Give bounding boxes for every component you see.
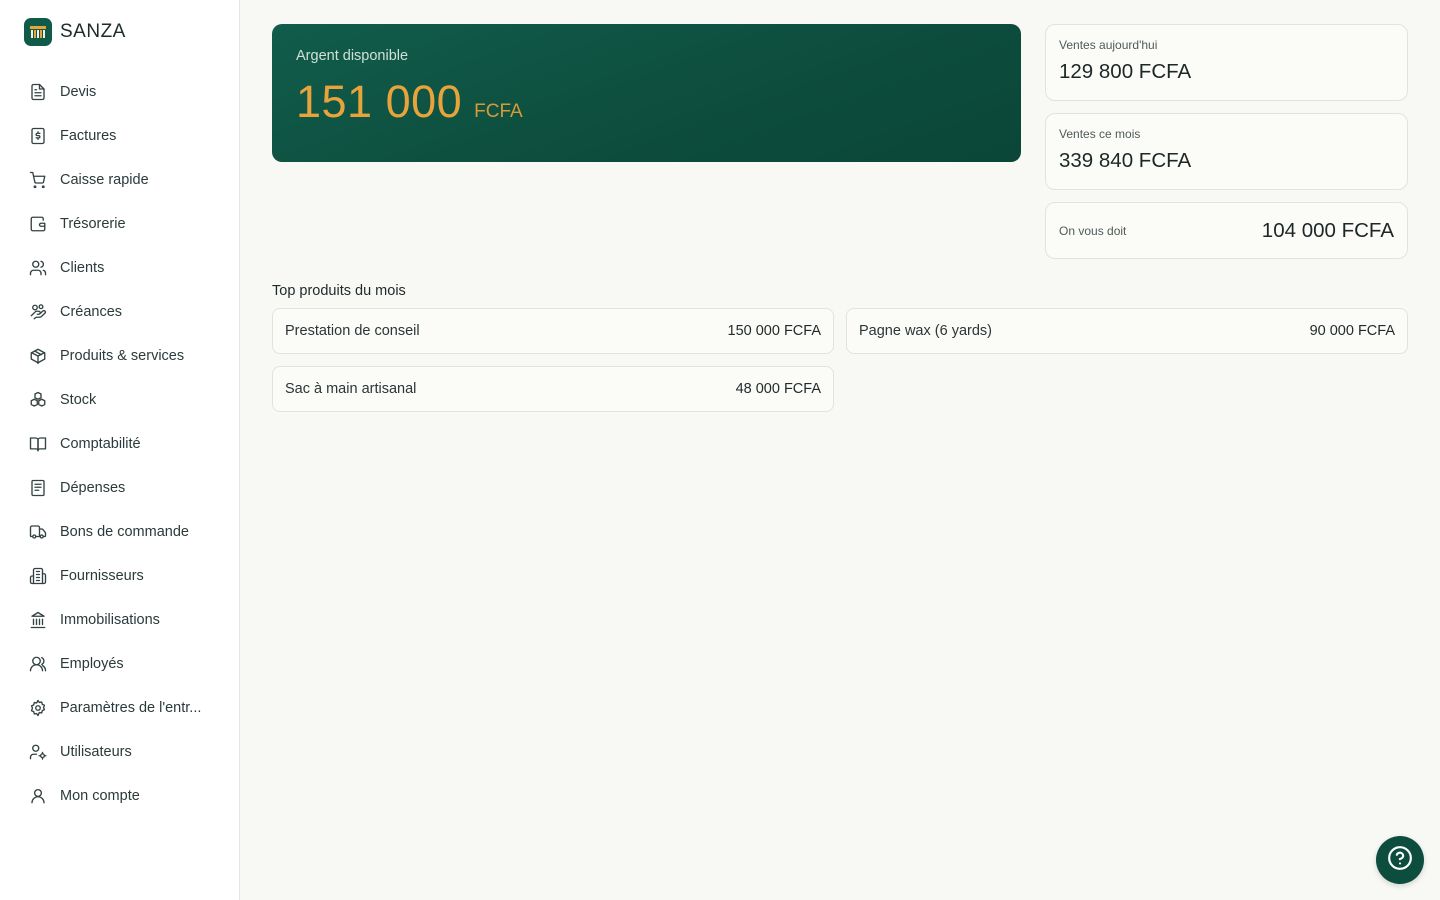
sanza-logo-icon [24,18,52,46]
truck-icon [28,522,48,542]
sidebar-item-label: Employés [60,656,124,672]
sidebar-item-label: Devis [60,84,97,100]
sidebar-item-label: Bons de commande [60,524,189,540]
sidebar-item-utilisateurs[interactable]: Utilisateurs [0,730,239,774]
boxes-icon [28,390,48,410]
sidebar-item-label: Fournisseurs [60,568,144,584]
balance-value-row: 151 000 FCFA [296,76,997,128]
help-circle-icon [1387,845,1413,876]
sidebar-item-stock[interactable]: Stock [0,378,239,422]
sidebar-item-clients[interactable]: Clients [0,246,239,290]
sidebar-item-tresorerie[interactable]: Trésorerie [0,202,239,246]
sidebar-item-employes[interactable]: Employés [0,642,239,686]
receipt-icon [28,478,48,498]
sidebar-item-comptabilite[interactable]: Comptabilité [0,422,239,466]
sidebar-item-label: Utilisateurs [60,744,132,760]
stat-label: On vous doit [1059,223,1127,238]
user-icon [28,786,48,806]
balance-label: Argent disponible [296,48,409,64]
users-icon [28,258,48,278]
sidebar-item-label: Clients [60,260,105,276]
sidebar-item-caisse-rapide[interactable]: Caisse rapide [0,158,239,202]
sidebar-item-label: Paramètres de l'entr... [60,700,202,716]
list-item[interactable]: Sac à main artisanal 48 000 FCFA [272,366,834,412]
app-root: SANZA Devis Factures Caisse rapide Tréso… [0,0,1440,900]
sidebar-item-label: Immobilisations [60,612,160,628]
building-icon [28,566,48,586]
sidebar-item-fournisseurs[interactable]: Fournisseurs [0,554,239,598]
product-name: Prestation de conseil [285,323,420,339]
product-amount: 150 000 FCFA [727,323,822,339]
sidebar-item-creances[interactable]: Créances [0,290,239,334]
balance-amount: 151 000 [296,76,463,127]
summary-row: Argent disponible 151 000 FCFA Ventes au… [272,24,1408,259]
sidebar-item-label: Créances [60,304,123,320]
stat-sales-today[interactable]: Ventes aujourd'hui 129 800 FCFA [1045,24,1408,101]
sidebar-item-label: Produits & services [60,348,185,364]
sidebar-item-label: Mon compte [60,788,140,804]
sidebar-item-label: Factures [60,128,117,144]
sidebar-item-devis[interactable]: Devis [0,70,239,114]
package-icon [28,346,48,366]
stat-sales-month[interactable]: Ventes ce mois 339 840 FCFA [1045,113,1408,190]
help-button[interactable] [1376,836,1424,884]
main-content: Argent disponible 151 000 FCFA Ventes au… [240,0,1440,900]
sidebar: SANZA Devis Factures Caisse rapide Tréso… [0,0,240,900]
sidebar-item-bons-de-commande[interactable]: Bons de commande [0,510,239,554]
sidebar-item-depenses[interactable]: Dépenses [0,466,239,510]
sidebar-item-produits-services[interactable]: Produits & services [0,334,239,378]
stat-value: 104 000 FCFA [1261,218,1394,242]
product-name: Sac à main artisanal [285,381,417,397]
brand[interactable]: SANZA [0,16,239,48]
stat-label: Ventes aujourd'hui [1059,38,1158,52]
product-amount: 90 000 FCFA [1309,323,1395,339]
sidebar-nav: Devis Factures Caisse rapide Trésorerie [0,70,239,818]
list-item[interactable]: Pagne wax (6 yards) 90 000 FCFA [846,308,1408,354]
sidebar-item-label: Stock [60,392,97,408]
stats-column: Ventes aujourd'hui 129 800 FCFA Ventes c… [1045,24,1408,259]
product-name: Pagne wax (6 yards) [859,323,992,339]
balance-currency: FCFA [474,101,523,122]
sidebar-item-label: Trésorerie [60,216,126,232]
list-item[interactable]: Prestation de conseil 150 000 FCFA [272,308,834,354]
stat-label: Ventes ce mois [1059,127,1141,141]
sidebar-item-label: Dépenses [60,480,126,496]
book-open-icon [28,434,48,454]
wallet-icon [28,214,48,234]
cart-icon [28,170,48,190]
document-icon [28,82,48,102]
stat-value: 129 800 FCFA [1059,60,1192,83]
sidebar-item-parametres[interactable]: Paramètres de l'entr... [0,686,239,730]
invoice-dollar-icon [28,126,48,146]
brand-name: SANZA [60,21,126,42]
sidebar-item-label: Caisse rapide [60,172,149,188]
landmark-icon [28,610,48,630]
user-group-icon [28,654,48,674]
stat-value: 339 840 FCFA [1059,149,1192,172]
top-products-title: Top produits du mois [272,283,406,299]
sidebar-item-immobilisations[interactable]: Immobilisations [0,598,239,642]
sidebar-item-label: Comptabilité [60,436,141,452]
sidebar-item-mon-compte[interactable]: Mon compte [0,774,239,818]
top-products-list: Prestation de conseil 150 000 FCFA Pagne… [272,308,1408,412]
gear-icon [28,698,48,718]
hand-coins-icon [28,302,48,322]
product-amount: 48 000 FCFA [735,381,821,397]
available-balance-card: Argent disponible 151 000 FCFA [272,24,1021,162]
user-cog-icon [28,742,48,762]
stat-amount-owed[interactable]: On vous doit 104 000 FCFA [1045,202,1408,259]
sidebar-item-factures[interactable]: Factures [0,114,239,158]
